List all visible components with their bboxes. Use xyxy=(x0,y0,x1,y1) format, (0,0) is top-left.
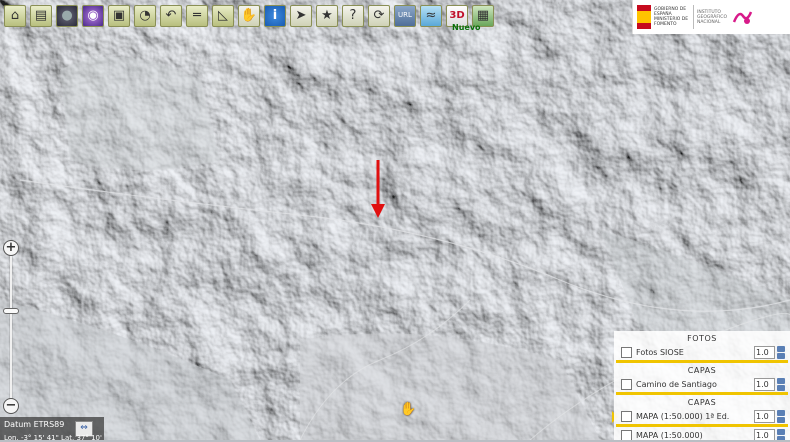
url-icon: URL xyxy=(398,11,412,19)
ruler-icon: ═ xyxy=(193,8,201,23)
toolbar-ruler-button[interactable]: ═ xyxy=(186,4,208,27)
water-icon: ≈ xyxy=(425,8,437,23)
government-logos: GOBIERNO DE ESPAÑA MINISTERIO DE FOMENTO… xyxy=(632,0,790,34)
layer-name: MAPA (1:50.000) 1ª Ed. xyxy=(636,411,730,421)
ign-text: INSTITUTO GEOGRÁFICO NACIONAL xyxy=(697,9,727,25)
layer-row: Camino de Santiago 1.0 xyxy=(614,376,790,392)
layer-opacity-input[interactable]: 1.0 xyxy=(754,428,775,440)
toolbar-back-button[interactable]: ↶ xyxy=(160,4,182,27)
toolbar-monitor-button[interactable]: ▣ xyxy=(108,4,130,27)
spin-up-icon[interactable] xyxy=(777,428,785,435)
toolbar-url-button[interactable]: URL xyxy=(394,4,416,27)
hand-cursor-icon: ✋ xyxy=(400,402,417,417)
layer-name: Camino de Santiago xyxy=(636,379,717,389)
layer-separator xyxy=(616,392,788,395)
opacity-spinner[interactable] xyxy=(777,409,785,423)
spin-up-icon[interactable] xyxy=(777,409,785,416)
ministerio-text: MINISTERIO DE FOMENTO xyxy=(654,17,689,27)
toolbar-globe-dark-button[interactable]: ● xyxy=(56,4,78,27)
monitor-icon: ▣ xyxy=(112,8,126,23)
eye-icon: ◔ xyxy=(139,8,151,23)
zoom-slider[interactable]: + − xyxy=(3,240,19,415)
gobierno-text: GOBIERNO DE ESPAÑA xyxy=(654,7,687,17)
nuevo-label: Nuevo xyxy=(452,23,481,32)
layer-row: Fotos SIOSE 1.0 xyxy=(614,344,790,360)
layer-opacity-input[interactable]: 1.0 xyxy=(754,345,775,359)
help-icon: ? xyxy=(349,8,357,23)
toolbar-help-button[interactable]: ? xyxy=(342,4,364,27)
zoom-out-button[interactable]: − xyxy=(3,398,19,414)
toolbar-eye-button[interactable]: ◔ xyxy=(134,4,156,27)
globe-dark-icon: ● xyxy=(61,8,73,23)
layer-checkbox[interactable] xyxy=(621,410,632,422)
layer-checkbox[interactable] xyxy=(621,346,632,358)
star-icon: ★ xyxy=(321,8,333,23)
3d-icon: 3D xyxy=(449,9,465,21)
spain-coat-of-arms-icon xyxy=(637,5,651,29)
toolbar-print-button[interactable]: ▤ xyxy=(30,4,52,27)
layer-opacity-input[interactable]: 1.0 xyxy=(754,409,775,423)
opacity-spinner[interactable] xyxy=(777,377,785,391)
layer-row: MAPA (1:50.000) 1ª Ed. 1.0 xyxy=(614,408,790,424)
layer-section-title: CAPAS xyxy=(687,398,717,407)
zoom-in-button[interactable]: + xyxy=(3,240,19,256)
nuevo-icon: ▦ xyxy=(476,8,490,23)
layer-section-title: CAPAS xyxy=(687,366,717,375)
layer-checkbox[interactable] xyxy=(621,429,632,440)
datum-label: Datum ETRS89 xyxy=(4,420,65,429)
ign-logo-icon xyxy=(732,11,753,24)
pointer-icon: ➤ xyxy=(295,8,307,23)
toolbar-home-button[interactable]: ⌂ xyxy=(4,4,26,27)
toolbar-water-button[interactable]: ≈ xyxy=(420,4,442,27)
layer-section-title: FOTOS xyxy=(687,334,717,343)
spin-up-icon[interactable] xyxy=(777,345,785,352)
layer-checkbox[interactable] xyxy=(621,378,632,390)
spin-down-icon[interactable] xyxy=(777,352,785,359)
info-icon: i xyxy=(272,8,278,23)
toolbar-info-button[interactable]: i xyxy=(264,4,286,27)
spin-down-icon[interactable] xyxy=(777,384,785,391)
layer-opacity-input[interactable]: 1.0 xyxy=(754,377,775,391)
home-icon: ⌂ xyxy=(10,8,20,23)
datum-panel: Datum ETRS89 ⇔ Lon. -3° 15' 41" Lat. 37°… xyxy=(0,417,104,442)
zoom-track[interactable] xyxy=(10,254,12,404)
area-icon: ◺ xyxy=(218,8,228,23)
spin-up-icon[interactable] xyxy=(777,377,785,384)
toolbar-globe-button[interactable]: ◉ xyxy=(82,4,104,27)
layer-name: Fotos SIOSE xyxy=(636,347,684,357)
toolbar-pointer-button[interactable]: ➤ xyxy=(290,4,312,27)
toolbar-refresh-button[interactable]: ⟳ xyxy=(368,4,390,27)
spin-down-icon[interactable] xyxy=(777,435,785,440)
toolbar-pan-button[interactable]: ✋ xyxy=(238,4,260,27)
opacity-spinner[interactable] xyxy=(777,428,785,440)
swap-arrows-icon: ⇔ xyxy=(80,423,88,433)
print-icon: ▤ xyxy=(34,8,48,23)
layer-separator xyxy=(616,360,788,363)
refresh-icon: ⟳ xyxy=(373,8,385,23)
layers-panel: FOTOS Fotos SIOSE 1.0 CAPAS Camino de Santia… xyxy=(614,331,790,440)
globe-icon: ◉ xyxy=(87,8,99,23)
pan-icon: ✋ xyxy=(240,8,258,23)
zoom-handle[interactable] xyxy=(3,308,19,314)
toolbar-area-button[interactable]: ◺ xyxy=(212,4,234,27)
main-toolbar: ⌂ ▤ ● ◉ ▣ ◔ ↶ ═ ◺ ✋ i ➤ ★? ⟳ URL ≈3D ▦ xyxy=(0,0,496,31)
toolbar-star-button[interactable]: ★ xyxy=(316,4,338,27)
layer-row: MAPA (1:50.000) 1.0 xyxy=(614,427,790,440)
layer-name: MAPA (1:50.000) xyxy=(636,430,703,440)
spin-down-icon[interactable] xyxy=(777,416,785,423)
back-icon: ↶ xyxy=(165,8,177,23)
coordinates-readout: Lon. -3° 15' 41" Lat. 37° 10' xyxy=(4,434,102,442)
opacity-spinner[interactable] xyxy=(777,345,785,359)
